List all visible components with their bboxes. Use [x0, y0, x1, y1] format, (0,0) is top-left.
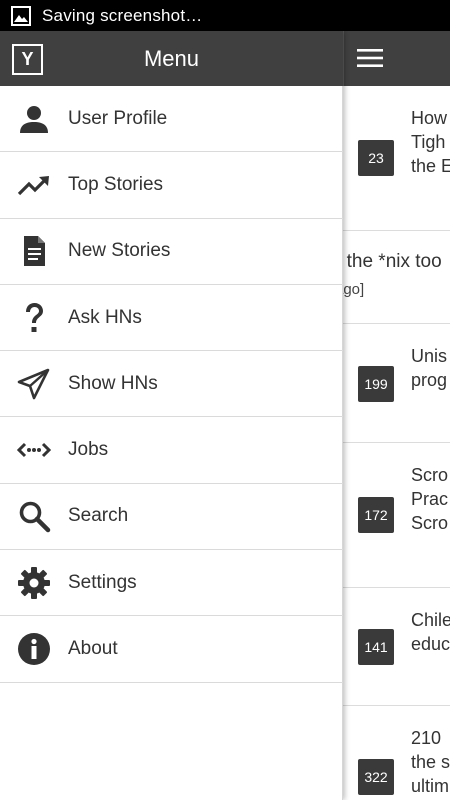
status-bar: Saving screenshot… [0, 0, 450, 31]
story-score: 23 [358, 140, 394, 176]
menu-item-new-stories[interactable]: New Stories [0, 219, 343, 285]
story-item[interactable]: 23 How Tigh the E [343, 86, 450, 231]
info-icon [16, 631, 52, 667]
story-score: 141 [358, 629, 394, 665]
story-title: How Tigh the E [411, 108, 450, 176]
drawer-header: Menu Y [0, 31, 343, 86]
story-title: 210 the s ultim [411, 728, 450, 796]
menu-item-label: Search [68, 505, 129, 527]
story-score: 172 [358, 497, 394, 533]
menu-item-label: New Stories [68, 240, 171, 262]
user-icon [16, 101, 52, 137]
trending-up-icon [16, 167, 52, 203]
navigation-drawer: Menu Y User Profile Top Stories New Stor… [0, 31, 343, 800]
drawer-menu: User Profile Top Stories New Stories Ask… [0, 86, 343, 683]
drawer-title: Menu [143, 46, 200, 71]
menu-item-search[interactable]: Search [0, 484, 343, 551]
story-item[interactable]: - the *nix too ago] [343, 231, 450, 324]
story-title: Unis prog [411, 346, 448, 390]
story-title: Chile educ [411, 610, 450, 654]
menu-item-label: User Profile [68, 107, 168, 129]
gear-icon [16, 565, 52, 601]
menu-item-show-hns[interactable]: Show HNs [0, 351, 343, 418]
story-item[interactable]: 322 210 the s ultim [343, 706, 450, 800]
menu-item-top-stories[interactable]: Top Stories [0, 152, 343, 219]
menu-item-about[interactable]: About [0, 616, 343, 683]
story-item[interactable]: 141 Chile educ [343, 588, 450, 706]
story-score: 322 [358, 759, 394, 795]
menu-item-label: Settings [68, 571, 137, 593]
main-toolbar [343, 31, 450, 86]
search-icon [16, 498, 52, 534]
menu-item-jobs[interactable]: Jobs [0, 417, 343, 484]
story-score: 199 [358, 366, 394, 402]
send-icon [16, 366, 52, 402]
menu-item-settings[interactable]: Settings [0, 550, 343, 617]
story-title: - the *nix too [343, 251, 442, 272]
story-title: Scro Prac Scro [411, 465, 449, 533]
app-logo: Y [12, 44, 43, 75]
story-list: 23 How Tigh the E - the *nix too ago] 19… [343, 31, 450, 800]
code-arrows-icon [16, 432, 52, 468]
hamburger-menu-icon[interactable] [357, 48, 383, 68]
document-icon [16, 233, 52, 269]
image-icon [11, 5, 31, 26]
story-meta: ago] [343, 281, 365, 298]
story-item[interactable]: 172 Scro Prac Scro [343, 443, 450, 588]
menu-item-label: Show HNs [68, 372, 158, 394]
menu-item-label: Ask HNs [68, 306, 142, 328]
story-item[interactable]: 199 Unis prog [343, 324, 450, 443]
menu-item-user-profile[interactable]: User Profile [0, 86, 343, 153]
menu-item-label: Top Stories [68, 173, 164, 195]
menu-item-label: About [68, 638, 118, 660]
question-icon [16, 300, 52, 336]
status-text: Saving screenshot… [42, 5, 203, 25]
menu-item-label: Jobs [68, 439, 109, 461]
menu-item-ask-hns[interactable]: Ask HNs [0, 285, 343, 352]
